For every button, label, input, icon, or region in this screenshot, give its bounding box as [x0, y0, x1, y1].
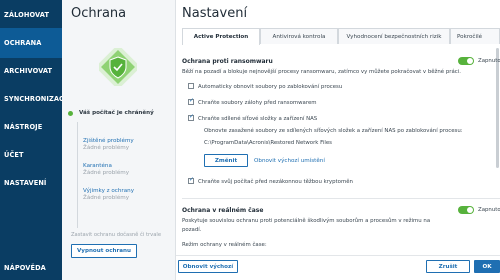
- exclusions-status: Žádné problémy: [83, 195, 130, 201]
- nav-item-tools[interactable]: NÁSTROJE: [0, 112, 62, 142]
- nas-restore-path: C:\ProgramData\Acronis\Restored Network …: [204, 140, 332, 146]
- ransomware-toggle[interactable]: [458, 57, 474, 65]
- main-navigation: ZÁLOHOVAT OCHRANA ARCHIVOVAT SYNCHRONIZA…: [0, 0, 62, 280]
- nav-item-archive[interactable]: ARCHIVOVAT: [0, 56, 62, 86]
- nav-item-sync[interactable]: SYNCHRONIZACE: [0, 84, 62, 114]
- realtime-toggle-label: Zapnuto: [478, 207, 500, 213]
- protect-nas-label: Chraňte sdílené síťové složky a zařízení…: [198, 116, 318, 122]
- settings-tabs: Active Protection Antivirová kontrola Vy…: [182, 28, 500, 45]
- change-location-button[interactable]: Změnit: [204, 154, 248, 167]
- tab-active-protection[interactable]: Active Protection: [182, 28, 260, 45]
- realtime-description-1: Poskytuje souvislou ochranu proti potenc…: [182, 218, 431, 224]
- tab-vulnerability-assessment[interactable]: Vyhodnocení bezpečnostních rizik: [338, 28, 450, 44]
- cryptomining-label: Chraňte svůj počítač před nezákonnou těž…: [198, 179, 353, 185]
- pause-protection-note: Zastavit ochranu dočasně či trvale: [71, 232, 162, 238]
- restore-defaults-button[interactable]: Obnovit výchozí: [178, 260, 238, 273]
- cancel-button[interactable]: Zrušit: [426, 260, 470, 273]
- ransomware-description: Běží na pozadí a blokuje nejnovější proc…: [182, 69, 461, 75]
- turn-off-protection-button[interactable]: Vypnout ochranu: [71, 244, 137, 258]
- ransomware-toggle-label: Zapnuto: [478, 58, 500, 64]
- quarantine-status: Žádné problémy: [83, 170, 130, 176]
- restore-default-location-link[interactable]: Obnovit výchozí umístění: [254, 158, 325, 164]
- tab-antivirus-scan[interactable]: Antivirová kontrola: [260, 28, 338, 44]
- quarantine-link[interactable]: Karanténa: [83, 163, 112, 169]
- shield-icon: [95, 44, 141, 90]
- nav-item-account[interactable]: ÚČET: [0, 140, 62, 170]
- protection-panel: Ochrana Váš počítač je chráněný Zjištěné…: [62, 0, 176, 280]
- nav-item-settings[interactable]: NASTAVENÍ: [0, 168, 62, 198]
- section-divider: [182, 198, 500, 199]
- ransomware-section-title: Ochrana proti ransomwaru: [182, 58, 273, 65]
- protect-nas-checkbox[interactable]: [188, 113, 194, 121]
- realtime-description-2: pozadí.: [182, 227, 202, 233]
- settings-title: Nastavení: [182, 6, 248, 21]
- nav-item-help[interactable]: NÁPOVĚDA: [0, 253, 62, 280]
- ok-button[interactable]: OK: [474, 260, 500, 273]
- panel-title: Ochrana: [71, 6, 127, 21]
- protect-backups-label: Chraňte soubory zálohy před ransomwarem: [198, 100, 317, 106]
- detected-problems-link[interactable]: Zjištěné problémy: [83, 138, 134, 144]
- dialog-footer: Obnovit výchozí Zrušit OK: [176, 255, 500, 280]
- realtime-toggle[interactable]: [458, 206, 474, 214]
- realtime-mode-label: Režim ochrany v reálném čase:: [182, 242, 267, 248]
- protection-status-text: Váš počítač je chráněný: [79, 110, 154, 116]
- status-dot-icon: [68, 110, 73, 116]
- protect-backups-checkbox[interactable]: [188, 97, 194, 105]
- timeline-line: [77, 122, 78, 228]
- exclusions-link[interactable]: Výjimky z ochrany: [83, 188, 134, 194]
- realtime-section-title: Ochrana v reálném čase: [182, 207, 264, 214]
- auto-restore-label: Automaticky obnovit soubory po zabloková…: [198, 84, 343, 90]
- cryptomining-checkbox[interactable]: [188, 176, 194, 184]
- tab-advanced[interactable]: Pokročilé: [450, 28, 500, 44]
- scrollbar[interactable]: [496, 48, 499, 168]
- nav-item-protection[interactable]: OCHRANA: [0, 28, 62, 58]
- auto-restore-checkbox[interactable]: [188, 83, 194, 89]
- nas-restore-note: Obnovte zasažené soubory ze sdílených sí…: [204, 128, 463, 134]
- nav-item-backup[interactable]: ZÁLOHOVAT: [0, 0, 62, 30]
- detected-problems-status: Žádné problémy: [83, 145, 130, 151]
- settings-pane: Nastavení Active Protection Antivirová k…: [176, 0, 500, 280]
- protection-status: Váš počítač je chráněný: [68, 110, 154, 116]
